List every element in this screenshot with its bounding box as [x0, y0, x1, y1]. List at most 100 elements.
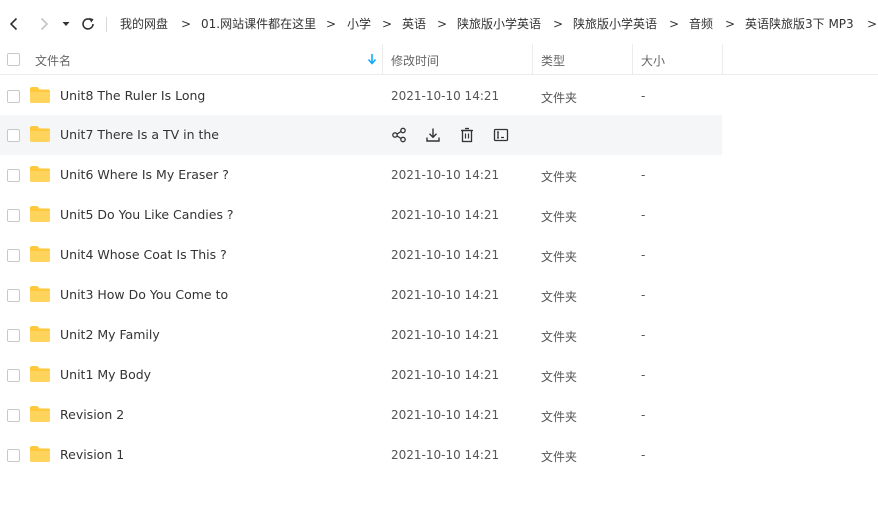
download-icon — [426, 128, 440, 142]
file-size: - — [641, 408, 646, 422]
file-name[interactable]: Unit8 The Ruler Is Long — [60, 88, 205, 103]
sort-arrow-down-icon[interactable] — [367, 53, 377, 65]
share-icon — [392, 127, 406, 143]
breadcrumb-item-courseware[interactable]: 01.网站课件都在这里 — [201, 16, 316, 32]
row-checkbox[interactable] — [7, 209, 20, 222]
chevron-left-icon — [9, 17, 18, 31]
breadcrumb-separator: > — [437, 17, 448, 31]
breadcrumb-item-english[interactable]: 英语 — [402, 16, 426, 32]
row-checkbox[interactable] — [7, 329, 20, 342]
file-name[interactable]: Unit1 My Body — [60, 367, 151, 382]
refresh-icon — [82, 17, 94, 30]
folder-icon — [30, 366, 50, 382]
file-name[interactable]: Unit7 There Is a TV in the — [60, 127, 219, 142]
folder-icon — [30, 326, 50, 342]
table-row[interactable]: Unit2 My Family 2021-10-10 14:21 文件夹 - — [0, 315, 722, 355]
breadcrumb-separator: > — [867, 17, 878, 31]
row-checkbox[interactable] — [7, 129, 20, 142]
table-row[interactable]: Unit6 Where Is My Eraser ? 2021-10-10 14… — [0, 155, 722, 195]
breadcrumb-separator: > — [181, 17, 192, 31]
file-size: - — [641, 448, 646, 462]
row-checkbox[interactable] — [7, 449, 20, 462]
rename-button[interactable] — [493, 127, 509, 143]
table-row[interactable]: Unit4 Whose Coat Is This ? 2021-10-10 14… — [0, 235, 722, 275]
table-row[interactable]: Unit1 My Body 2021-10-10 14:21 文件夹 - — [0, 355, 722, 395]
table-row[interactable]: Unit3 How Do You Come to 2021-10-10 14:2… — [0, 275, 722, 315]
file-name[interactable]: Revision 2 — [60, 407, 124, 422]
file-type: 文件夹 — [541, 370, 578, 384]
download-button[interactable] — [425, 127, 441, 143]
file-mtime: 2021-10-10 14:21 — [391, 448, 500, 462]
history-dropdown-button[interactable] — [61, 16, 71, 32]
toolbar: 我的网盘 > 01.网站课件都在这里 > 小学 > 英语 > 陕旅版小学英语 >… — [0, 8, 878, 40]
folder-icon — [30, 126, 50, 142]
file-type: 文件夹 — [541, 410, 578, 424]
column-header-size[interactable]: 大小 — [641, 52, 665, 69]
file-mtime: 2021-10-10 14:21 — [391, 248, 500, 262]
back-button[interactable] — [6, 16, 22, 32]
table-row[interactable]: Unit5 Do You Like Candies ? 2021-10-10 1… — [0, 195, 722, 235]
breadcrumb-item-shaanlv-2[interactable]: 陕旅版小学英语 — [573, 16, 657, 32]
file-type: 文件夹 — [541, 91, 578, 105]
file-name[interactable]: Unit3 How Do You Come to — [60, 287, 228, 302]
file-name[interactable]: Revision 1 — [60, 447, 124, 462]
header-divider — [0, 74, 878, 75]
column-header-mtime[interactable]: 修改时间 — [391, 52, 439, 69]
file-type: 文件夹 — [541, 330, 578, 344]
file-name[interactable]: Unit6 Where Is My Eraser ? — [60, 167, 229, 182]
breadcrumb-item-primary[interactable]: 小学 — [347, 16, 371, 32]
file-type: 文件夹 — [541, 290, 578, 304]
file-mtime: 2021-10-10 14:21 — [391, 89, 500, 103]
file-name[interactable]: Unit4 Whose Coat Is This ? — [60, 247, 227, 262]
column-header-name[interactable]: 文件名 — [35, 52, 71, 69]
folder-icon — [30, 166, 50, 182]
caret-down-icon — [62, 22, 70, 26]
file-size: - — [641, 168, 646, 182]
file-size: - — [641, 368, 646, 382]
table-row-hovered[interactable]: Unit7 There Is a TV in the — [0, 115, 722, 155]
select-all-checkbox[interactable] — [7, 53, 20, 66]
folder-icon — [30, 206, 50, 222]
file-size: - — [641, 89, 646, 103]
delete-button[interactable] — [459, 127, 475, 143]
breadcrumb-item-audio[interactable]: 音频 — [689, 16, 713, 32]
breadcrumb-separator: > — [553, 17, 564, 31]
breadcrumb-separator: > — [669, 17, 680, 31]
file-name[interactable]: Unit5 Do You Like Candies ? — [60, 207, 234, 222]
row-checkbox[interactable] — [7, 409, 20, 422]
column-divider[interactable] — [632, 44, 633, 75]
column-divider[interactable] — [382, 44, 383, 75]
file-mtime: 2021-10-10 14:21 — [391, 288, 500, 302]
row-checkbox[interactable] — [7, 369, 20, 382]
breadcrumb-separator: > — [326, 17, 337, 31]
file-mtime: 2021-10-10 14:21 — [391, 408, 500, 422]
breadcrumb-item-shaanlv-1[interactable]: 陕旅版小学英语 — [457, 16, 541, 32]
table-row[interactable]: Revision 2 2021-10-10 14:21 文件夹 - — [0, 395, 722, 435]
refresh-button[interactable] — [80, 16, 96, 32]
column-divider[interactable] — [532, 44, 533, 75]
breadcrumb-item-current[interactable]: 英语陕旅版3下 MP3 — [745, 16, 854, 32]
trash-icon — [461, 127, 473, 143]
row-checkbox[interactable] — [7, 169, 20, 182]
share-button[interactable] — [391, 127, 407, 143]
file-type: 文件夹 — [541, 210, 578, 224]
file-size: - — [641, 288, 646, 302]
file-size: - — [641, 208, 646, 222]
file-type: 文件夹 — [541, 250, 578, 264]
row-checkbox[interactable] — [7, 289, 20, 302]
breadcrumb-item-my-disk[interactable]: 我的网盘 — [120, 16, 168, 32]
row-checkbox[interactable] — [7, 249, 20, 262]
table-row[interactable]: Revision 1 2021-10-10 14:21 文件夹 - — [0, 435, 722, 475]
file-size: - — [641, 248, 646, 262]
file-mtime: 2021-10-10 14:21 — [391, 208, 500, 222]
file-mtime: 2021-10-10 14:21 — [391, 368, 500, 382]
folder-icon — [30, 246, 50, 262]
row-checkbox[interactable] — [7, 90, 20, 103]
file-name[interactable]: Unit2 My Family — [60, 327, 160, 342]
folder-icon — [30, 87, 50, 103]
folder-icon — [30, 446, 50, 462]
column-header-type[interactable]: 类型 — [541, 52, 565, 69]
file-type: 文件夹 — [541, 170, 578, 184]
table-row[interactable]: Unit8 The Ruler Is Long 2021-10-10 14:21… — [0, 76, 722, 116]
forward-button[interactable] — [36, 16, 52, 32]
